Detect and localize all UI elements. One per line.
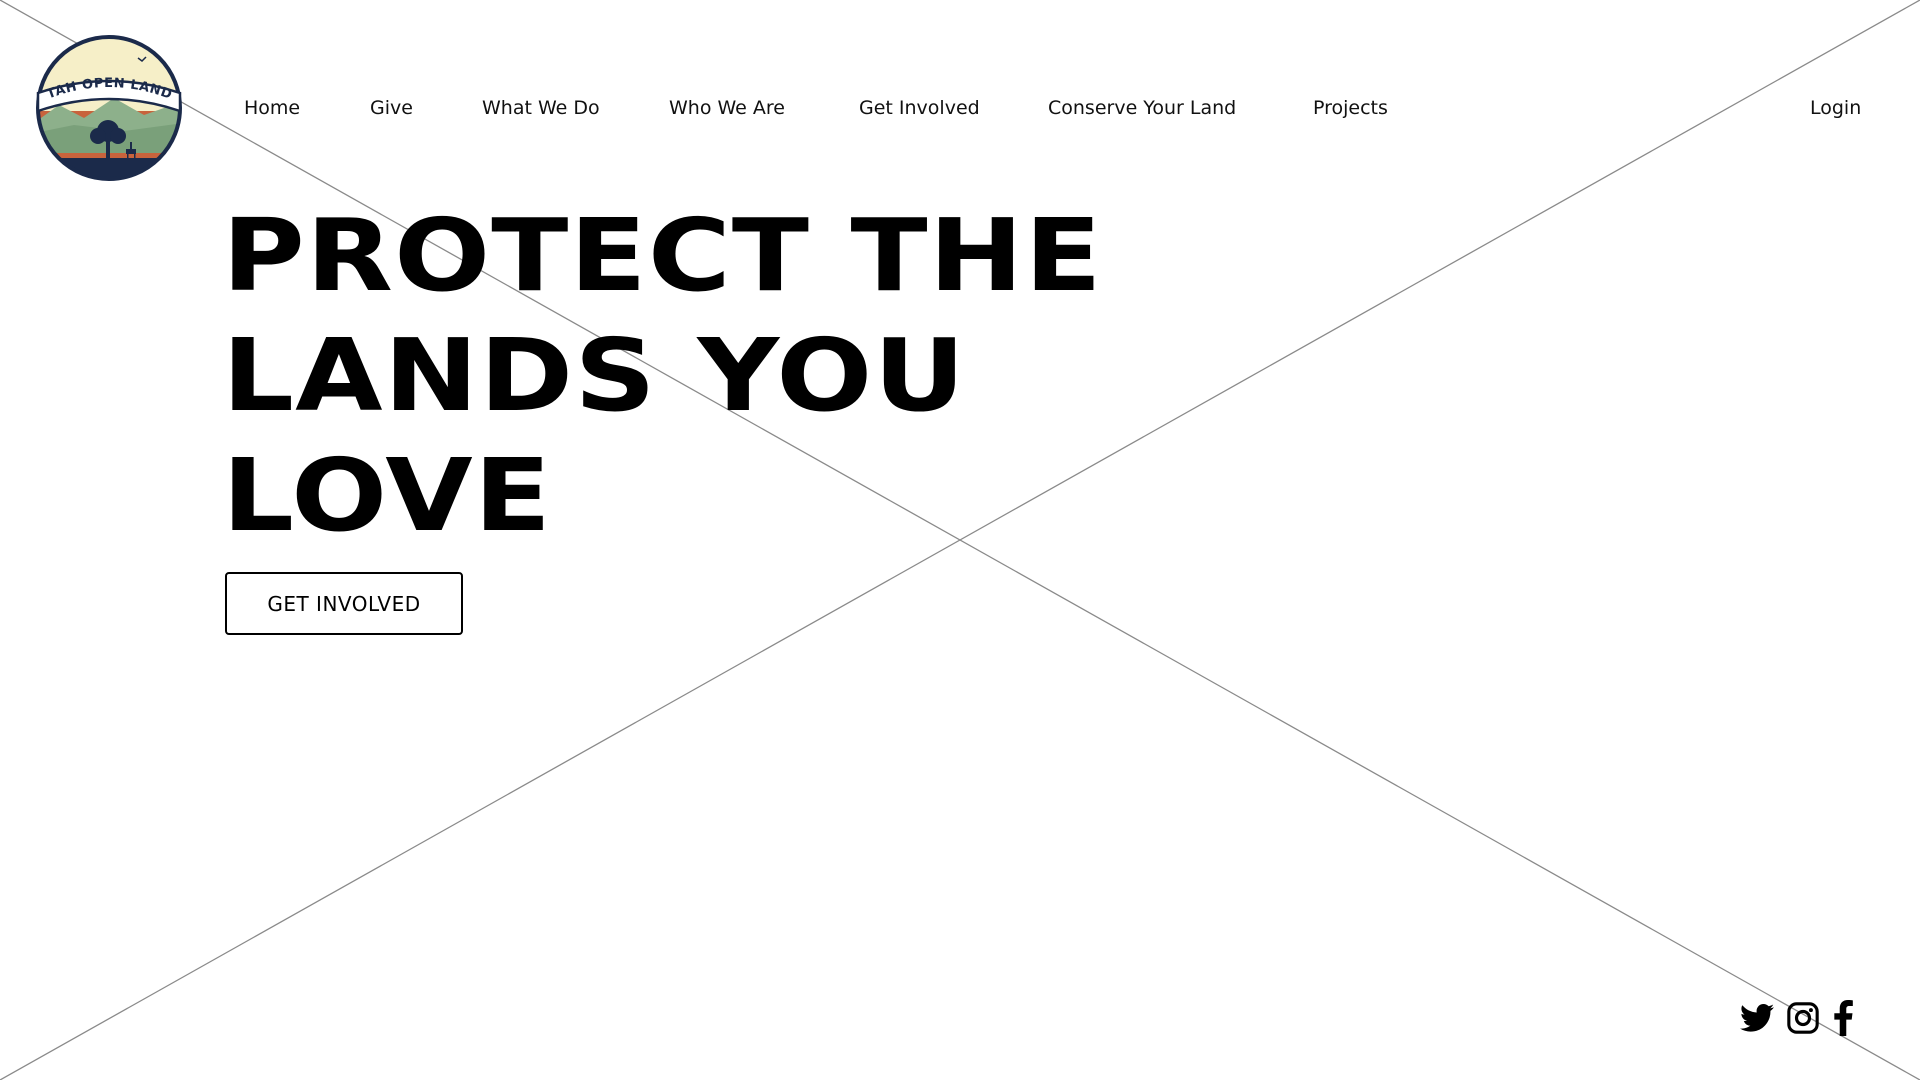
nav-item-home[interactable]: Home xyxy=(244,92,300,124)
headline-line-2: LANDS YOU xyxy=(222,317,967,434)
social-links xyxy=(1740,1000,1854,1036)
nav-item-give[interactable]: Give xyxy=(370,92,413,124)
headline-line-3: LOVE xyxy=(222,437,553,554)
login-link[interactable]: Login xyxy=(1810,92,1861,124)
get-involved-button[interactable]: GET INVOLVED xyxy=(225,572,463,635)
headline-line-1: PROTECT THE xyxy=(222,197,1103,314)
nav-item-get-involved[interactable]: Get Involved xyxy=(859,92,980,124)
main-nav: Home Give What We Do Who We Are Get Invo… xyxy=(0,92,1920,124)
twitter-link[interactable] xyxy=(1740,1003,1774,1033)
facebook-link[interactable] xyxy=(1832,1000,1854,1036)
instagram-icon xyxy=(1787,1002,1819,1034)
facebook-icon xyxy=(1834,1000,1853,1036)
hero-headline: PROTECT THE LANDS YOU LOVE xyxy=(222,196,1103,556)
nav-item-conserve-your-land[interactable]: Conserve Your Land xyxy=(1048,92,1236,124)
twitter-icon xyxy=(1740,1003,1774,1032)
instagram-link[interactable] xyxy=(1786,1001,1820,1035)
nav-item-who-we-are[interactable]: Who We Are xyxy=(669,92,785,124)
nav-item-what-we-do[interactable]: What We Do xyxy=(482,92,600,124)
nav-item-projects[interactable]: Projects xyxy=(1313,92,1388,124)
